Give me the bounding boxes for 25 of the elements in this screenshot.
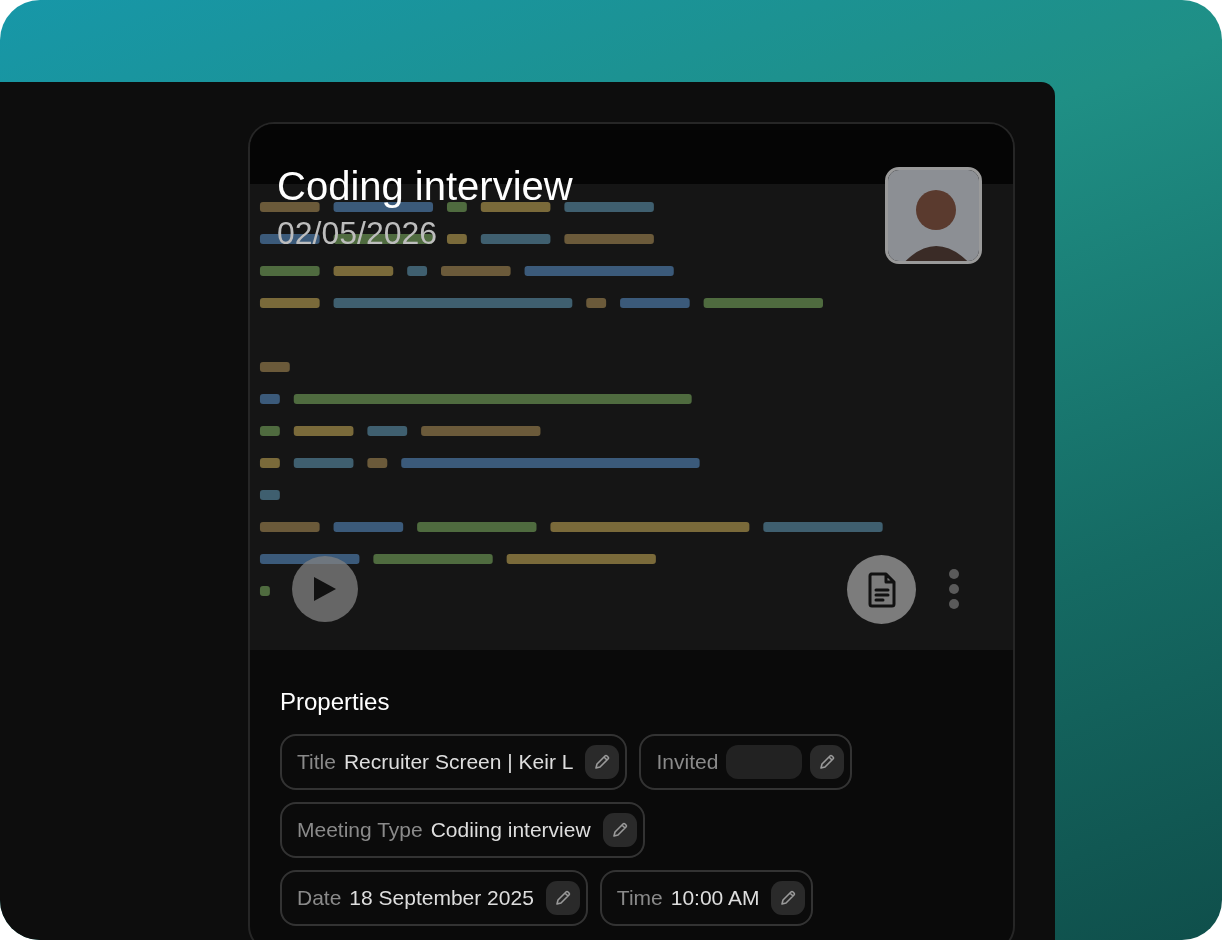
property-label: Title <box>297 749 336 776</box>
property-value: Recruiter Screen | Keir L <box>343 749 574 776</box>
section-heading: Properties <box>280 687 391 717</box>
more-options-icon[interactable] <box>947 568 961 610</box>
edit-button[interactable] <box>585 745 620 779</box>
property-label: Meeting Type <box>297 817 423 844</box>
property-label: Time <box>616 885 663 912</box>
edit-button[interactable] <box>771 881 806 915</box>
pencil-icon <box>553 889 572 907</box>
edit-button[interactable] <box>810 745 845 779</box>
play-icon <box>312 575 338 603</box>
pencil-icon <box>593 753 612 771</box>
property-label: Invited <box>656 749 719 776</box>
property-value: 10:00 AM <box>670 885 760 912</box>
property-label: Date <box>297 885 342 912</box>
edit-button[interactable] <box>602 813 637 847</box>
recording-date: 02/05/2026 <box>277 216 438 252</box>
property-value: Codiing interview <box>430 817 591 844</box>
recording-title: Coding interview <box>277 164 573 208</box>
pencil-icon <box>818 753 837 771</box>
pencil-icon <box>779 889 798 907</box>
pencil-icon <box>610 821 629 839</box>
document-icon <box>866 571 897 608</box>
property-value: 18 September 2025 <box>349 885 534 912</box>
edit-button[interactable] <box>545 881 580 915</box>
